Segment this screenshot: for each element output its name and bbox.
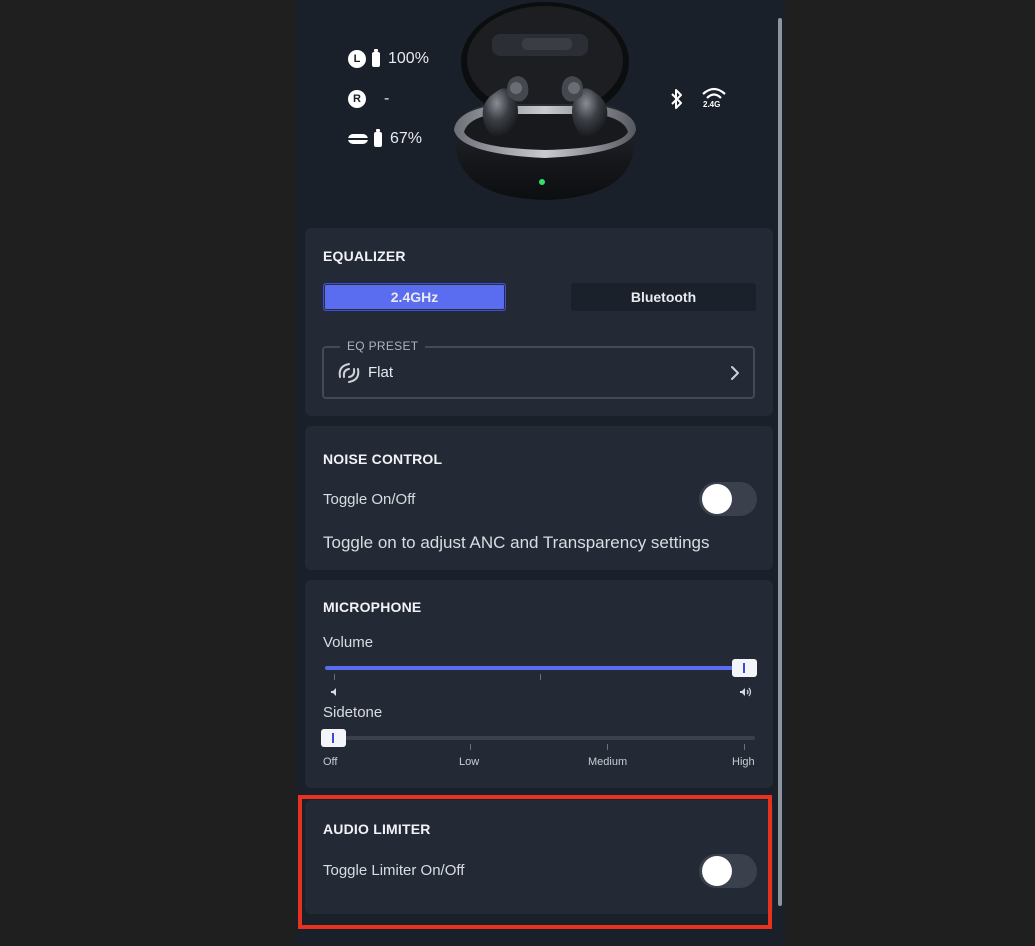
limiter-toggle-label: Toggle Limiter On/Off <box>323 862 465 879</box>
microphone-title: MICROPHONE <box>323 599 422 615</box>
volume-tick <box>334 674 335 680</box>
audio-limiter-title: AUDIO LIMITER <box>323 821 431 837</box>
case-status: 67% <box>348 128 423 148</box>
volume-low-icon <box>331 688 336 696</box>
noise-control-card: NOISE CONTROL Toggle On/Off Toggle on to… <box>305 426 773 570</box>
audio-limiter-card: AUDIO LIMITER Toggle Limiter On/Off <box>305 800 773 914</box>
eq-preset-value: Flat <box>368 364 394 381</box>
tab-bluetooth[interactable]: Bluetooth <box>571 283 756 311</box>
chevron-right-icon <box>731 366 739 380</box>
noise-control-toggle[interactable] <box>699 482 757 516</box>
volume-high-icon <box>740 687 752 697</box>
scrollbar[interactable] <box>777 18 783 908</box>
right-earbud-status: R - <box>348 90 389 108</box>
eq-preset-legend: EQ PRESET <box>340 339 426 353</box>
toggle-knob <box>702 856 732 886</box>
tab-2-4ghz[interactable]: 2.4GHz <box>323 283 506 311</box>
volume-slider-track <box>325 666 755 670</box>
sidetone-tick <box>470 744 471 750</box>
left-earbud-status: L 100% <box>348 48 429 68</box>
noise-control-title: NOISE CONTROL <box>323 451 443 467</box>
sidetone-slider-thumb[interactable] <box>321 729 346 747</box>
volume-slider-thumb[interactable] <box>732 659 757 677</box>
toggle-knob <box>702 484 732 514</box>
connection-icons: 2.4G <box>669 87 727 111</box>
sidetone-slider-track <box>325 736 755 740</box>
battery-icon <box>374 128 382 147</box>
sidetone-tick <box>607 744 608 750</box>
sidetone-option-high: High <box>732 756 755 768</box>
noise-toggle-label: Toggle On/Off <box>323 491 416 508</box>
equalizer-card: EQUALIZER 2.4GHz Bluetooth EQ PRESET Fla… <box>305 228 773 416</box>
volume-label: Volume <box>323 634 374 651</box>
sidetone-label: Sidetone <box>323 704 383 721</box>
battery-icon <box>372 48 380 67</box>
audio-limiter-toggle[interactable] <box>699 854 757 888</box>
equalizer-title: EQUALIZER <box>323 248 406 264</box>
volume-tick <box>540 674 541 680</box>
eq-preset-select[interactable]: EQ PRESET Flat <box>322 339 755 399</box>
left-badge: L <box>348 50 366 68</box>
eq-preset-icon <box>338 363 360 383</box>
right-badge: R <box>348 90 366 108</box>
left-battery-level: 100% <box>388 50 429 67</box>
noise-control-hint: Toggle on to adjust ANC and Transparency… <box>323 533 710 552</box>
wireless-2-4g-icon: 2.4G <box>701 87 727 111</box>
case-icon <box>348 134 368 144</box>
wireless-label: 2.4G <box>703 100 721 109</box>
right-battery-level: - <box>384 90 390 107</box>
sidetone-option-low: Low <box>459 756 480 768</box>
microphone-card: MICROPHONE Volume Sidetone Off Low Mediu… <box>305 580 773 788</box>
sidetone-option-off: Off <box>323 756 338 768</box>
app-panel: L 100% R - 67% 2.4G EQUALIZER 2.4GHz Blu… <box>296 0 785 946</box>
case-battery-level: 67% <box>390 130 423 147</box>
sidetone-tick <box>744 744 745 750</box>
earbuds-case-image <box>454 2 636 200</box>
scrollbar-thumb[interactable] <box>778 18 782 906</box>
bluetooth-icon <box>671 89 682 109</box>
sidetone-option-medium: Medium <box>588 756 628 768</box>
